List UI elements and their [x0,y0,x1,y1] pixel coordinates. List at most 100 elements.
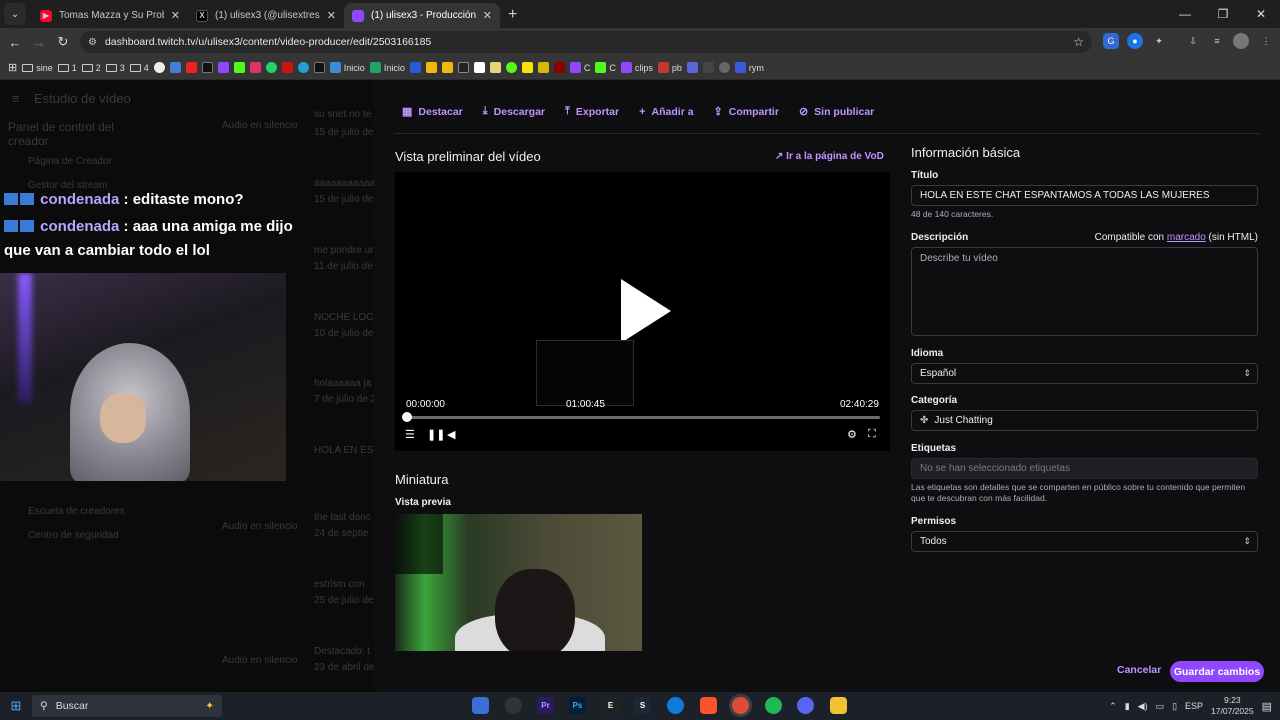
bookmark-icon[interactable] [313,62,325,73]
chapters-icon[interactable]: ☰ [405,428,415,441]
video-list-title[interactable]: holaaaaaa ja [314,378,371,389]
save-changes-button[interactable]: Guardar cambios [1170,661,1264,682]
close-tab-icon[interactable]: ✕ [171,9,180,22]
play-icon[interactable] [621,279,671,343]
bookmark-folder-2[interactable]: 2 [81,63,101,73]
video-list-title[interactable]: me pondre un [314,245,374,256]
settings-gear-icon[interactable]: ⚙ [847,428,857,441]
bookmark-icon[interactable] [537,62,549,73]
tray-icon[interactable]: ▮ [1125,701,1130,712]
apps-grid-icon[interactable]: ⊞ [8,61,17,74]
vod-page-link[interactable]: ↗ Ir a la página de VoD [775,151,884,162]
bookmark-icon[interactable] [686,62,698,73]
bookmark-icon[interactable] [217,62,229,73]
progress-bar[interactable] [406,416,880,419]
extension-icon[interactable]: ● [1127,33,1143,49]
bookmark-folder-sine[interactable]: sine [22,63,53,73]
close-tab-icon[interactable]: ✕ [483,9,492,22]
tray-chevron-icon[interactable]: ⌃ [1109,701,1117,712]
taskbar-app-icon[interactable] [505,697,522,714]
bookmark-icon[interactable] [265,62,277,73]
volume-icon[interactable]: ◀ [447,428,455,441]
spotify-icon[interactable] [765,697,782,714]
browser-menu-icon[interactable]: ⋮ [1258,33,1274,49]
bookmark-icon[interactable] [249,62,261,73]
taskbar-search[interactable]: ⚲ Buscar ✦ [32,695,222,717]
close-window-button[interactable]: ✕ [1242,0,1280,28]
windows-start-icon[interactable]: ⊞ [0,698,32,714]
language-select[interactable]: Español ⇕ [911,363,1258,384]
battery-icon[interactable]: ▯ [1172,701,1177,712]
discord-icon[interactable] [797,697,814,714]
profile-avatar[interactable] [1233,33,1249,49]
share-button[interactable]: ⇪ Compartir [714,105,779,119]
bookmark-c-2[interactable]: C [595,62,616,73]
bookmark-icon[interactable] [297,62,309,73]
bookmark-icon[interactable] [457,62,469,73]
bookmark-icon[interactable] [505,62,517,73]
bookmark-icon[interactable] [553,62,565,73]
back-icon[interactable]: ← [3,35,27,50]
download-icon[interactable]: ⇩ [1185,33,1201,49]
title-input[interactable]: HOLA EN ESTE CHAT ESPANTAMOS A TODAS LAS… [911,185,1258,206]
bookmark-icon[interactable] [425,62,437,73]
close-tab-icon[interactable]: ✕ [327,9,336,22]
unpublished-button[interactable]: ⊘ Sin publicar [799,105,874,119]
bookmark-inicio[interactable]: Inicio [329,62,365,73]
category-input[interactable]: ✤ Just Chatting [911,410,1258,431]
add-to-button[interactable]: + Añadir a [639,105,693,118]
fullscreen-icon[interactable]: ⛶ [868,428,876,441]
permissions-select[interactable]: Todos ⇕ [911,531,1258,552]
bookmark-icon[interactable] [718,62,730,73]
tab-youtube[interactable]: ▶ Tomas Mazza y Su Problema co ✕ [32,3,188,28]
tab-x[interactable]: X (1) ulisex3 (@ulisextres) / X ✕ [188,3,344,28]
clock[interactable]: 9:23 17/07/2025 [1211,695,1254,717]
video-player[interactable]: 00:00:00 01:00:45 02:40:29 ☰ ❚❚ ◀ ⚙ ⛶ [395,172,890,451]
media-icon[interactable]: ≡ [1209,33,1225,49]
premiere-icon[interactable]: Pr [537,697,554,714]
brave-icon[interactable] [700,697,717,714]
highlight-button[interactable]: ▦ Destacar [402,105,463,119]
bookmark-icon[interactable] [473,62,485,73]
bookmark-icon[interactable] [441,62,453,73]
epic-games-icon[interactable]: E [602,697,619,714]
bookmark-rym[interactable]: rym [734,62,764,73]
extensions-puzzle-icon[interactable]: ✦ [1151,33,1167,49]
sidebar-item-creator-page[interactable]: Página de Creador [28,156,112,167]
translate-extension-icon[interactable]: G [1103,33,1119,49]
bookmark-icon[interactable] [409,62,421,73]
edge-icon[interactable] [667,697,684,714]
sidebar-item-creator-school[interactable]: Escuela de creadores [28,506,125,517]
video-list-title[interactable]: NOCHE LOCA [314,312,374,323]
bookmark-clips[interactable]: clips [620,62,653,73]
video-list-title[interactable]: the last danc [314,512,371,523]
bookmark-icon[interactable] [153,62,165,73]
bookmark-folder-1[interactable]: 1 [57,63,77,73]
thumbnail-image[interactable] [395,514,642,651]
notifications-icon[interactable]: ▤ [1262,700,1272,713]
bookmark-inicio-2[interactable]: Inicio [369,62,405,73]
volume-tray-icon[interactable]: ◀) [1138,701,1148,712]
video-list-title[interactable]: su snet no te [314,109,371,120]
export-button[interactable]: ⤒ Exportar [565,105,619,118]
bookmark-icon[interactable] [489,62,501,73]
menu-icon[interactable]: ≡ [12,91,20,106]
bookmark-star-icon[interactable]: ☆ [1073,35,1084,49]
file-explorer-icon[interactable] [830,697,847,714]
bookmark-c[interactable]: C [569,62,590,73]
bookmark-icon[interactable] [233,62,245,73]
forward-icon[interactable]: → [27,35,51,50]
video-list-title[interactable]: estrisin con [314,579,365,590]
reload-icon[interactable]: ↻ [51,34,75,50]
photoshop-icon[interactable]: Ps [569,697,586,714]
chrome-icon[interactable] [732,697,749,714]
tags-input[interactable]: No se han seleccionado etiquetas [911,458,1258,479]
video-list-title[interactable]: HOLA EN EST [314,445,374,456]
markdown-link[interactable]: marcado [1167,232,1206,243]
progress-handle[interactable] [402,412,412,422]
network-icon[interactable]: ▭ [1156,701,1165,712]
bookmark-icon[interactable] [185,62,197,73]
bookmark-icon[interactable] [201,62,213,73]
restore-button[interactable]: ❐ [1204,0,1242,28]
cancel-button[interactable]: Cancelar [1117,664,1161,676]
